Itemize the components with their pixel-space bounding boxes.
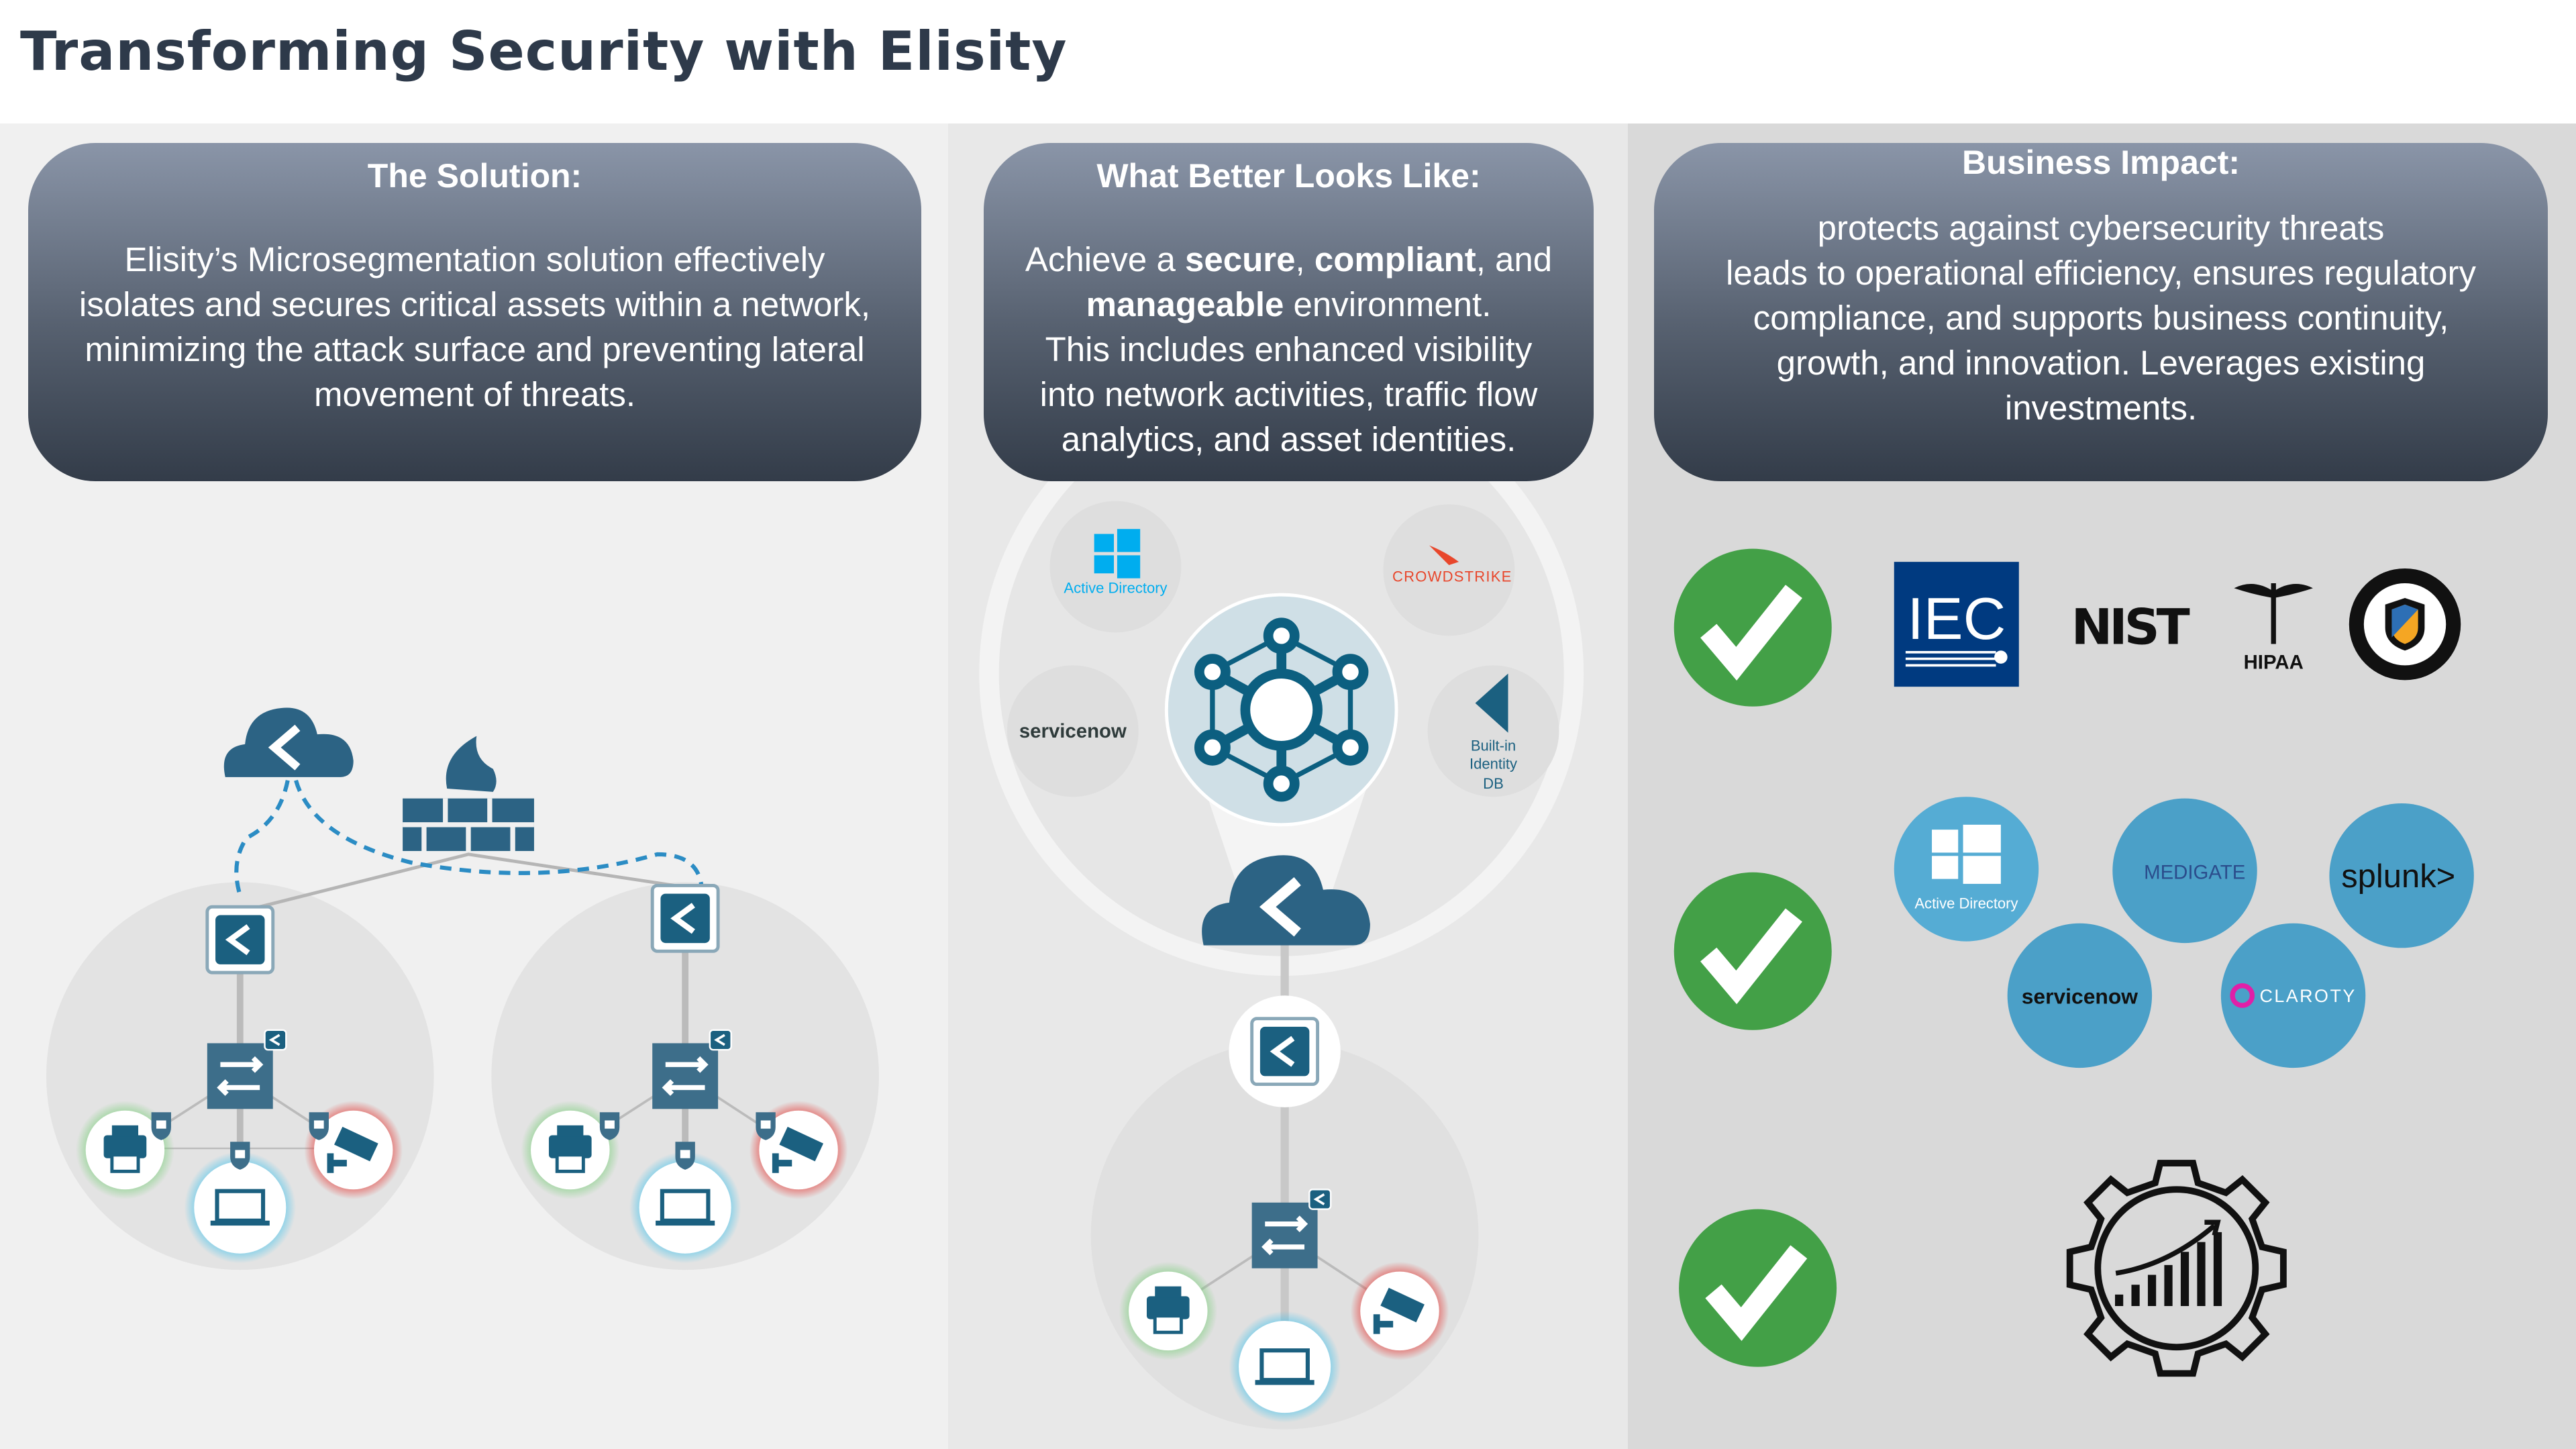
hipaa-logo: HIPAA [2244, 651, 2304, 673]
impact-visuals: IEC NIST HIPAA Active Directory MEDIGATE… [1674, 549, 2474, 1374]
servicenow-logo: servicenow [2022, 985, 2139, 1009]
laptop-icon [1255, 1350, 1315, 1385]
impact-card: Business Impact: protects against cybers… [1654, 143, 2548, 481]
medigate-logo: MEDIGATE [2144, 862, 2245, 884]
elisity-node-icon [1252, 1019, 1318, 1085]
elisity-node-icon [652, 885, 718, 951]
svg-text:Built-in: Built-in [1471, 738, 1516, 754]
laptop-icon [656, 1191, 715, 1226]
check-icon [1674, 872, 1832, 1030]
claroty-logo: CLAROTY [2260, 986, 2357, 1006]
better-title: What Better Looks Like: [1096, 157, 1481, 195]
firewall-icon [403, 736, 534, 851]
better-text: Achieve a secure, compliant, and managea… [1025, 240, 1553, 458]
impact-title: Business Impact: [1961, 144, 2240, 181]
hhs-405d-seal [2349, 568, 2461, 681]
impact-text: protects against cybersecurity threats l… [1726, 209, 2476, 427]
svg-text:Identity: Identity [1470, 756, 1517, 772]
check-icon [1674, 549, 1832, 707]
servicenow-logo: servicenow [1019, 720, 1127, 742]
elisity-node-icon [207, 907, 273, 972]
left-network-diagram [46, 708, 879, 1270]
check-icon [1679, 1209, 1837, 1367]
growth-gear-icon [2066, 1160, 2287, 1377]
active-directory-logo: Active Directory [1914, 895, 2018, 912]
nist-logo: NIST [2071, 599, 2190, 656]
elisity-cloud-icon [224, 708, 354, 777]
crowdstrike-logo: CROWDSTRIKE [1392, 568, 1512, 585]
caduceus-icon [2234, 583, 2313, 644]
solution-title: The Solution: [367, 157, 582, 195]
active-directory-logo: Active Directory [1064, 580, 1167, 597]
solution-card: The Solution: Elisity’s Microsegmentatio… [28, 143, 921, 481]
solution-text: Elisity’s Microsegmentation solution eff… [79, 240, 871, 413]
splunk-logo: splunk> [2341, 858, 2455, 895]
svg-text:IEC: IEC [1907, 585, 2006, 652]
better-card: What Better Looks Like: Achieve a secure… [984, 143, 1594, 481]
middle-identity-diagram: Active Directory CROWDSTRIKE servicenow … [979, 371, 1584, 1430]
laptop-icon [211, 1191, 270, 1226]
svg-text:DB: DB [1483, 775, 1504, 792]
